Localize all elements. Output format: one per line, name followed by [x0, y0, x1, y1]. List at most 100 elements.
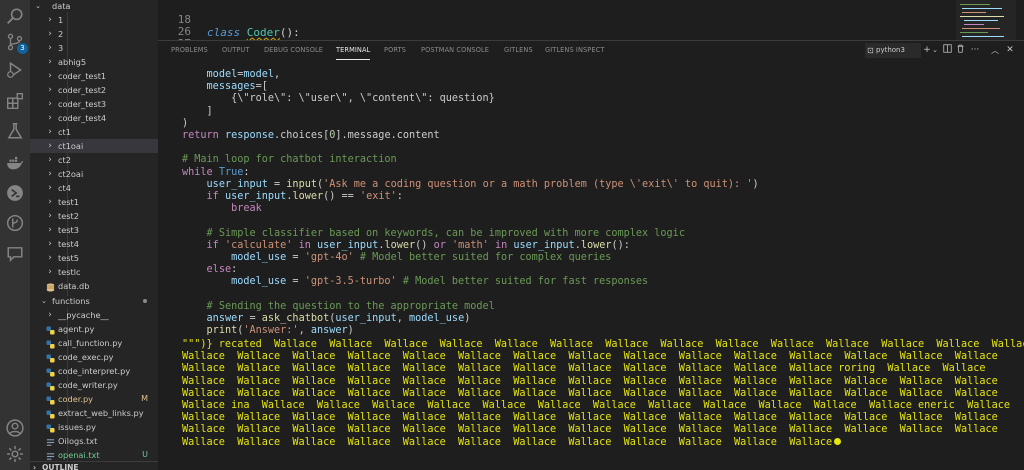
python-file-icon	[46, 381, 55, 391]
tab-postman-console[interactable]: POSTMAN CONSOLE	[421, 41, 489, 60]
tree-folder-item[interactable]: › 2	[30, 27, 158, 41]
terminal-output[interactable]: model=model, messages=[ {\"role\": \"use…	[158, 60, 1024, 470]
tab-problems[interactable]: PROBLEMS	[171, 41, 208, 60]
tree-file-item[interactable]: call_function.py	[30, 336, 158, 350]
tree-item-label: abhig5	[58, 57, 87, 67]
chevron-right-icon: ›	[48, 211, 52, 221]
close-panel-icon[interactable]: ✕	[1004, 44, 1016, 57]
tree-folder-item[interactable]: › testlc	[30, 265, 158, 279]
tree-folder-item[interactable]: › test1	[30, 195, 158, 209]
tree-item-label: ct2oai	[58, 169, 84, 179]
terminal-selector[interactable]: ⊡ python3	[865, 43, 921, 58]
split-terminal-icon[interactable]	[940, 44, 954, 57]
chevron-right-icon: ›	[48, 239, 52, 249]
tree-item-label: ct2	[58, 155, 71, 165]
tree-folder-item[interactable]: › coder_test4	[30, 111, 158, 125]
tree-item-label: ct1	[58, 127, 71, 137]
tree-folder-item[interactable]: › coder_test1	[30, 69, 158, 83]
chevron-right-icon: ›	[48, 169, 52, 179]
search-icon[interactable]	[5, 6, 25, 26]
explorer-sidebar: ⌄ data › 1 › 2 › 3 › abhig5 › coder_test1 › coder_t…	[30, 0, 158, 470]
tree-file-item[interactable]: openai.txt U	[30, 448, 158, 462]
chevron-right-icon: ›	[48, 141, 52, 151]
tree-folder-item[interactable]: › __pycache__	[30, 308, 158, 322]
terminal-code-line: # Main loop for chatbot interaction	[182, 154, 397, 166]
outline-section-header[interactable]: › OUTLINE	[30, 461, 158, 470]
extensions-icon[interactable]	[5, 91, 25, 111]
tree-folder-item[interactable]: › abhig5	[30, 55, 158, 69]
tree-folder-item[interactable]: › test2	[30, 209, 158, 223]
python-file-icon	[46, 339, 55, 349]
tree-file-item[interactable]: data.db	[30, 279, 158, 293]
tree-folder-item[interactable]: › ct1	[30, 125, 158, 139]
minimap-line	[962, 36, 1004, 37]
kill-terminal-icon[interactable]	[954, 44, 966, 57]
code-editor[interactable]: 18 class Coder(): 26 self.openai = OpenA…	[158, 0, 1024, 40]
tree-file-item[interactable]: code_exec.py	[30, 350, 158, 364]
comments-icon[interactable]	[5, 244, 25, 264]
minimap-line	[960, 16, 1004, 17]
terminal-code-line: model_use = 'gpt-3.5-turbo' # Model bett…	[231, 276, 649, 288]
tab-gitlens[interactable]: GITLENS	[504, 41, 533, 60]
tree-folder-item[interactable]: › ct1oai	[30, 139, 158, 153]
tree-folder-item[interactable]: › ct2oai	[30, 167, 158, 181]
more-actions-icon[interactable]: ···	[969, 44, 981, 57]
chevron-right-icon: ›	[48, 85, 52, 95]
tree-folder-item[interactable]: › test4	[30, 237, 158, 251]
chevron-down-icon: ⌄	[41, 297, 47, 305]
testing-icon[interactable]	[5, 121, 25, 141]
tab-ports[interactable]: PORTS	[384, 41, 406, 60]
tree-file-item[interactable]: extract_web_links.py	[30, 406, 158, 420]
tree-folder-item[interactable]: › ct2	[30, 153, 158, 167]
tab-gitlens-inspect[interactable]: GITLENS INSPECT	[545, 41, 604, 60]
tree-folder-data[interactable]: ⌄ data	[30, 0, 158, 13]
terminal-output-line: Wallace Wallace Wallace Wallace Wallace …	[182, 363, 986, 375]
maximize-panel-icon[interactable]: ︿	[989, 44, 1001, 57]
terminal-code-line: {\"role\": \"user\", \"content\": questi…	[182, 93, 495, 105]
python-file-icon	[46, 409, 55, 419]
chevron-down-icon[interactable]: ⌄	[931, 44, 939, 57]
tree-item-label: 1	[58, 15, 64, 25]
terminal-code-line: else:	[206, 264, 238, 276]
tree-folder-functions[interactable]: ⌄ functions	[30, 294, 158, 308]
account-icon[interactable]	[5, 418, 25, 438]
tree-file-item[interactable]: coder.py M	[30, 392, 158, 406]
minimap[interactable]	[956, 0, 1016, 40]
tree-folder-item[interactable]: › test5	[30, 251, 158, 265]
tab-output[interactable]: OUTPUT	[222, 41, 249, 60]
tree-file-item[interactable]: Oilogs.txt	[30, 434, 158, 448]
tree-file-item[interactable]: issues.py	[30, 420, 158, 434]
docker-icon[interactable]	[5, 153, 25, 173]
run-debug-icon[interactable]	[5, 60, 25, 80]
tree-item-label: __pycache__	[58, 310, 109, 320]
tree-file-item[interactable]: agent.py	[30, 322, 158, 336]
tree-item-label: coder_test3	[58, 99, 107, 109]
tree-folder-item[interactable]: › ct4	[30, 181, 158, 195]
python-file-icon	[46, 367, 55, 377]
chevron-right-icon: ›	[48, 127, 52, 137]
text-file-icon	[46, 437, 55, 446]
tab-terminal[interactable]: TERMINAL	[336, 41, 371, 60]
chevron-right-icon: ›	[48, 29, 52, 39]
terminal-code-line: model=model,	[206, 69, 281, 80]
terminal-icon: ⊡	[867, 46, 874, 55]
tree-folder-item[interactable]: › coder_test3	[30, 97, 158, 111]
source-control-badge: 3	[17, 43, 28, 54]
settings-gear-icon[interactable]	[5, 444, 25, 464]
tree-folder-item[interactable]: › 3	[30, 41, 158, 55]
remote-icon[interactable]	[5, 183, 25, 203]
tree-folder-item[interactable]: › coder_test2	[30, 83, 158, 97]
tree-folder-item[interactable]: › 1	[30, 13, 158, 27]
terminal-name: python3	[876, 46, 905, 54]
gitlens-icon[interactable]	[5, 213, 25, 233]
terminal-code-line: break	[231, 203, 262, 215]
minimap-line	[960, 4, 990, 5]
tree-item-label: call_function.py	[58, 338, 123, 348]
tree-folder-item[interactable]: › test3	[30, 223, 158, 237]
source-control-icon[interactable]: 3	[5, 32, 28, 54]
python-file-icon	[46, 353, 55, 363]
tree-file-item[interactable]: code_writer.py	[30, 378, 158, 392]
tree-item-label: coder_test1	[58, 71, 107, 81]
tab-debug-console[interactable]: DEBUG CONSOLE	[264, 41, 323, 60]
tree-file-item[interactable]: code_interpret.py	[30, 364, 158, 378]
